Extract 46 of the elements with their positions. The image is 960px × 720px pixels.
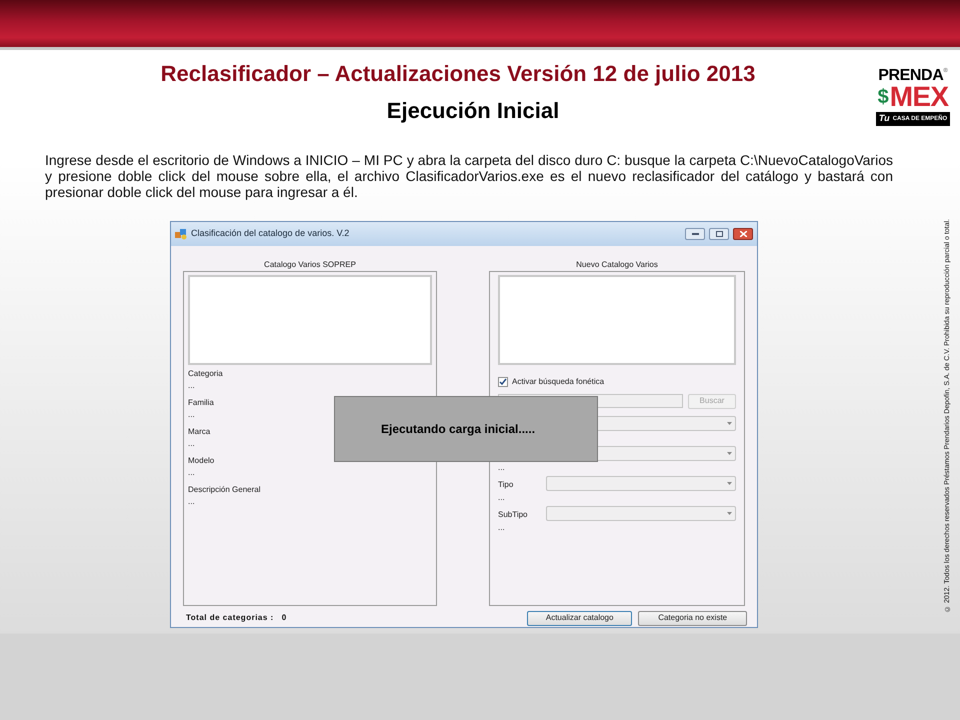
dollar-sign: $: [878, 85, 889, 109]
minimize-icon: [692, 233, 698, 235]
dialog-button[interactable]: Actualizar catalogo: [527, 610, 632, 626]
instructions-paragraph: Ingrese desde el escritorio de Windows a INICIO – MI PC y abra la carpeta del disco duro C: busque la carpeta C:\NuevoCatalogoVarios y presione doble click del mouse sobre ella, el archivo ClasificadorVarios.exe es el nuevo reclasificador del catálogo y bastará con presionar doble click del mouse para ingresar a él.: [45, 152, 893, 200]
field-label: SubTipo: [498, 510, 528, 519]
dialog-button[interactable]: Categoria no existe: [638, 610, 748, 626]
dropdown[interactable]: [546, 476, 736, 490]
close-icon: [740, 231, 746, 237]
close-button[interactable]: [733, 228, 753, 240]
caret-icon: [727, 452, 732, 454]
window-title: Clasificación del catalogo de varios. V.2: [191, 227, 350, 240]
field-value: ...: [188, 409, 195, 421]
total-label: Total de categorias :: [186, 612, 274, 624]
maximize-icon: [716, 231, 722, 237]
field-value: ...: [498, 493, 505, 503]
caret-icon: [727, 422, 732, 424]
list-box[interactable]: [188, 275, 432, 365]
slide-title: Reclasificador – Actualizaciones Versión 12 de julio 2013: [160, 60, 756, 88]
field-value: ...: [498, 523, 505, 533]
field-label: Categoria: [188, 368, 223, 380]
checkbox[interactable]: [498, 377, 508, 387]
field-value: ...: [188, 496, 195, 508]
field-label: Descripción General: [188, 484, 260, 496]
field-label: Tipo: [498, 480, 514, 489]
total-value: 0: [282, 612, 286, 624]
field-label: Familia: [188, 397, 214, 409]
panel-heading: Nuevo Catalogo Varios: [575, 260, 659, 271]
list-box[interactable]: [498, 275, 736, 365]
slide-subtitle: Ejecución Inicial: [386, 97, 560, 125]
minimize-button[interactable]: [685, 228, 705, 240]
loading-message: Ejecutando carga inicial.....: [381, 421, 536, 438]
field-value: ...: [188, 380, 195, 392]
field-label: Modelo: [188, 455, 214, 467]
field-label: Marca: [188, 426, 210, 438]
field-value: ...: [188, 438, 195, 450]
checkbox-label: Activar búsqueda fonética: [512, 376, 604, 388]
caret-icon: [727, 482, 732, 484]
logo-word: MEX: [890, 84, 948, 110]
panel-heading: Catalogo Varios SOPREP: [263, 260, 357, 271]
field-value: ...: [188, 467, 195, 479]
caret-icon: [727, 512, 732, 514]
logo-word: PRENDA: [878, 68, 944, 84]
dropdown[interactable]: [546, 506, 736, 520]
maximize-button[interactable]: [709, 228, 729, 240]
field-value: ...: [498, 463, 505, 473]
app-icon: [175, 228, 187, 240]
